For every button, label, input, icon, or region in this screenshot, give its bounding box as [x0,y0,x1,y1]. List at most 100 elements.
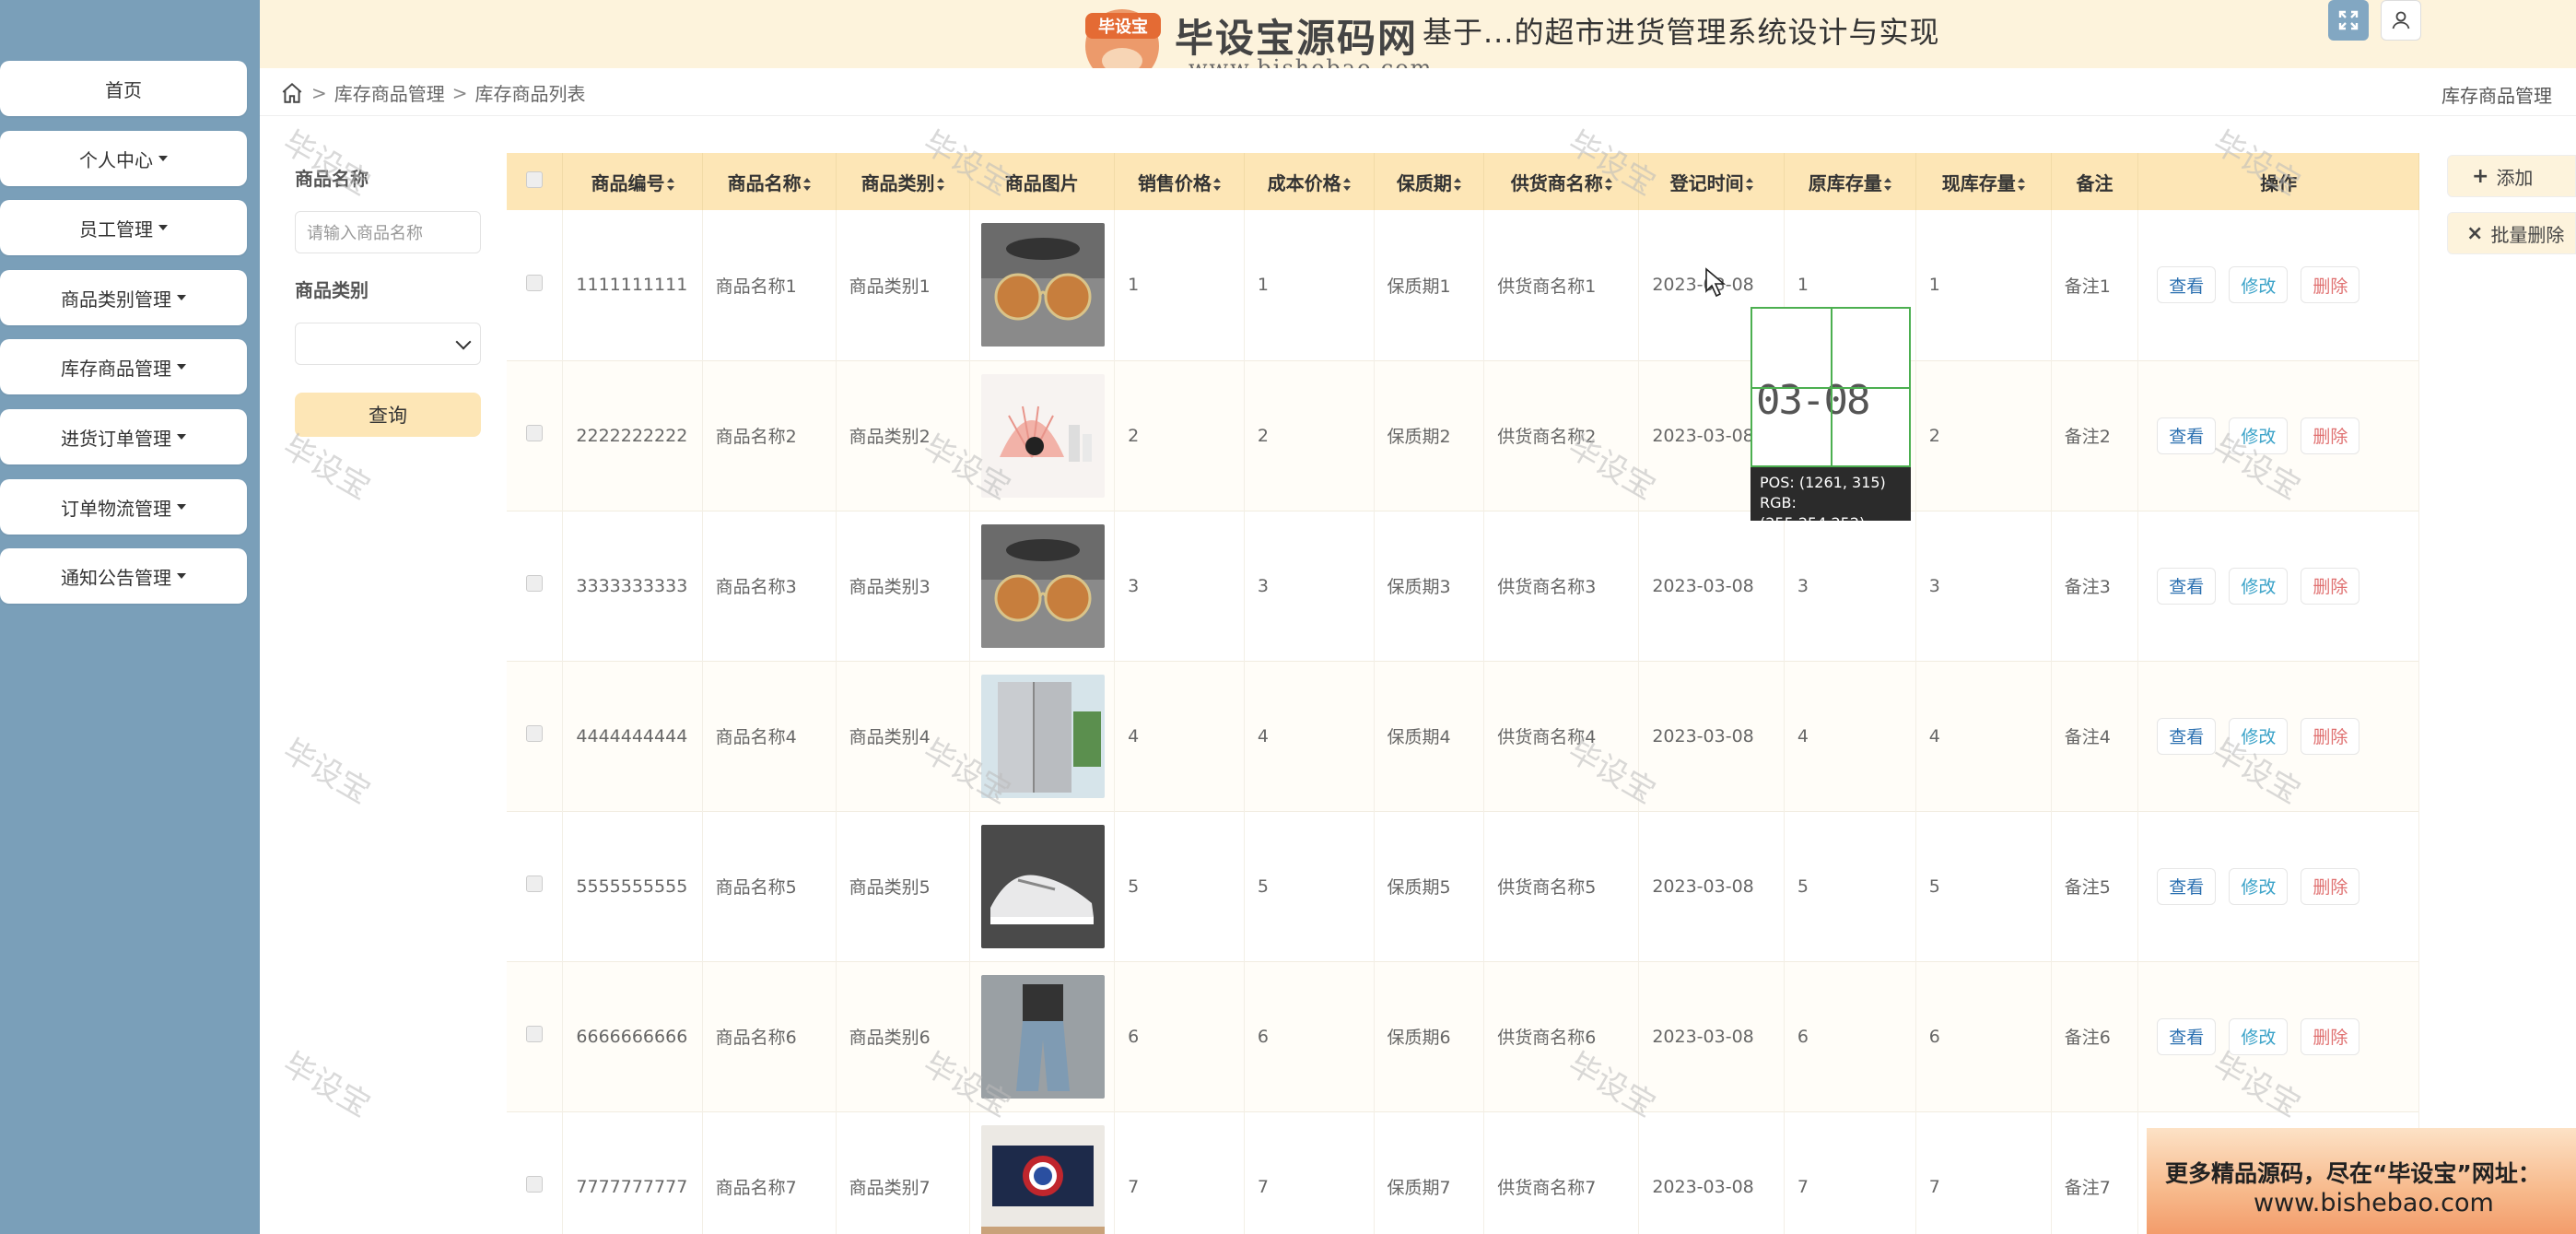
col-header-cost[interactable]: 成本价格 [1244,153,1375,210]
view-button[interactable]: 查看 [2157,717,2217,755]
query-button[interactable]: 查询 [295,393,481,437]
sidebar-item-0[interactable]: 首页 [0,61,247,116]
sidebar-item-label: 首页 [105,78,142,101]
cell-id: 6666666666 [562,961,703,1111]
tv-image[interactable] [980,1124,1105,1234]
select-all-checkbox[interactable] [507,153,564,210]
col-header-image: 商品图片 [969,153,1116,210]
col-header-price[interactable]: 销售价格 [1114,153,1245,210]
view-button[interactable]: 查看 [2157,567,2217,605]
table-row: 6666666666 商品名称6 商品类别6 6 6 保质期6 供货商名称6 2023-03-… [507,961,2419,1111]
sort-icon [1453,178,1461,191]
delete-button[interactable]: 删除 [2301,567,2360,605]
col-header-shelf-life[interactable]: 保质期 [1374,153,1485,210]
cell-supplier: 供货商名称5 [1483,811,1640,961]
cell-note: 备注3 [2051,511,2139,661]
sidebar-item-1[interactable]: 个人中心 [0,131,247,186]
sunglasses-image[interactable] [980,523,1105,648]
row-checkbox[interactable] [507,1111,564,1234]
delete-button[interactable]: 删除 [2301,717,2360,755]
cell-curr-stock: 1 [1915,210,2052,360]
add-button[interactable]: + 添加 [2447,155,2576,197]
view-button[interactable]: 查看 [2157,867,2217,905]
fullscreen-button[interactable] [2328,0,2369,41]
row-checkbox[interactable] [507,661,564,811]
view-button[interactable]: 查看 [2157,266,2217,304]
edit-button[interactable]: 修改 [2229,867,2289,905]
cell-note: 备注2 [2051,360,2139,511]
sneaker-image[interactable] [980,824,1105,948]
delete-button[interactable]: 删除 [2301,1017,2360,1055]
batch-delete-button[interactable]: × 批量删除 [2447,212,2576,254]
sidebar-item-5[interactable]: 进货订单管理 [0,409,247,464]
jeans-image[interactable] [980,974,1105,1099]
cell-name: 商品名称5 [702,811,837,961]
sidebar-item-label: 员工管理 [79,217,153,241]
cell-actions: 查看修改删除 [2137,811,2419,961]
delete-button[interactable]: 删除 [2301,266,2360,304]
cell-curr-stock: 5 [1915,811,2052,961]
edit-button[interactable]: 修改 [2229,717,2289,755]
row-checkbox[interactable] [507,511,564,661]
sidebar-item-4[interactable]: 库存商品管理 [0,339,247,394]
row-checkbox[interactable] [507,961,564,1111]
row-checkbox[interactable] [507,811,564,961]
edit-button[interactable]: 修改 [2229,266,2289,304]
col-header-name[interactable]: 商品名称 [702,153,837,210]
promo-banner[interactable]: 更多精品源码，尽在“毕设宝”网址： www.bishebao.com [2147,1128,2576,1234]
col-header-category[interactable]: 商品类别 [836,153,970,210]
delete-button[interactable]: 删除 [2301,417,2360,454]
sidebar-item-7[interactable]: 通知公告管理 [0,548,247,604]
edit-button[interactable]: 修改 [2229,1017,2289,1055]
sidebar-item-label: 个人中心 [79,148,153,171]
caret-down-icon [177,364,186,370]
breadcrumb-item-module[interactable]: 库存商品管理 [334,79,445,106]
refrigerator-image[interactable] [980,674,1105,798]
col-header-orig-stock[interactable]: 原库存量 [1784,153,1916,210]
view-button[interactable]: 查看 [2157,1017,2217,1055]
col-header-date[interactable]: 登记时间 [1638,153,1785,210]
cell-name: 商品名称1 [702,210,837,360]
cell-supplier: 供货商名称2 [1483,360,1640,511]
cell-cost: 6 [1244,961,1375,1111]
row-checkbox[interactable] [507,360,564,511]
cell-supplier: 供货商名称3 [1483,511,1640,661]
delete-button[interactable]: 删除 [2301,867,2360,905]
edit-button[interactable]: 修改 [2229,567,2289,605]
col-header-id[interactable]: 商品编号 [562,153,703,210]
cell-image [969,360,1116,511]
view-button[interactable]: 查看 [2157,417,2217,454]
add-button-label: 添加 [2496,166,2534,189]
row-checkbox[interactable] [507,210,564,360]
stock-table: 商品编号 商品名称 商品类别 商品图片 销售价格 成本价格 保质期 供货商名称 … [507,153,2419,1234]
sort-icon [936,178,944,191]
promo-line-2: www.bishebao.com [2254,1189,2494,1217]
cell-date: 2023-03-08 [1638,661,1785,811]
user-button[interactable] [2381,0,2421,41]
col-header-supplier[interactable]: 供货商名称 [1483,153,1640,210]
shell-cosmetics-image[interactable] [980,373,1105,498]
sidebar-item-3[interactable]: 商品类别管理 [0,270,247,325]
cell-category: 商品类别5 [836,811,970,961]
magnifier-pos: POS: (1261, 315) [1760,474,1886,491]
category-select[interactable] [295,323,481,365]
home-icon[interactable] [280,81,304,105]
cell-orig-stock: 4 [1784,661,1916,811]
sort-icon [802,178,811,191]
name-input-placeholder: 请输入商品名称 [307,224,423,243]
cell-category: 商品类别1 [836,210,970,360]
sidebar-item-6[interactable]: 订单物流管理 [0,479,247,535]
magnifier-zoom-text: 03-08 [1756,377,1870,424]
cell-category: 商品类别7 [836,1111,970,1234]
cell-id: 3333333333 [562,511,703,661]
cell-image [969,811,1116,961]
edit-button[interactable]: 修改 [2229,417,2289,454]
sidebar-item-2[interactable]: 员工管理 [0,200,247,255]
table-header-row: 商品编号 商品名称 商品类别 商品图片 销售价格 成本价格 保质期 供货商名称 … [507,153,2419,210]
col-header-curr-stock[interactable]: 现库存量 [1915,153,2052,210]
cell-actions: 查看修改删除 [2137,661,2419,811]
expand-icon [2338,10,2359,30]
sunglasses-image[interactable] [980,223,1105,347]
cell-shelf-life: 保质期6 [1374,961,1485,1111]
name-search-input[interactable]: 请输入商品名称 [295,211,481,253]
